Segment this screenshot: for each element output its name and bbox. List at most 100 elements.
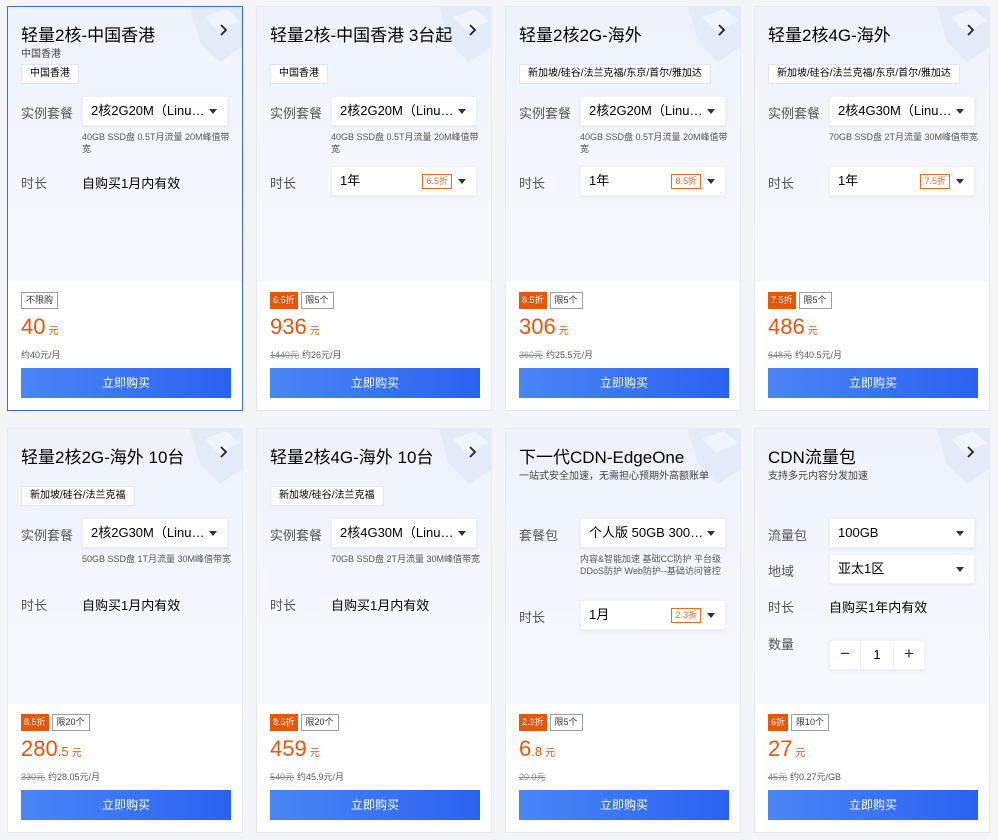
- chevron-right-icon[interactable]: [216, 445, 230, 459]
- product-card[interactable]: CDN流量包 支持多元内容分发加速 流量包 100GB 地域 亚太1区 时长 自…: [754, 428, 990, 833]
- duration-select-value: 1月: [589, 607, 610, 622]
- plan-select[interactable]: 2核2G20M（Linux）: [82, 96, 228, 126]
- chevron-right-icon[interactable]: [216, 23, 230, 37]
- region-select-value: 亚太1区: [838, 561, 885, 576]
- plan-select[interactable]: 2核4G30M（Linux）: [829, 96, 975, 126]
- card-title[interactable]: 轻量2核2G-海外: [519, 21, 642, 46]
- purchase-limit-badge: 不限购: [21, 292, 59, 309]
- chevron-right-icon[interactable]: [714, 23, 728, 37]
- original-price: 360元: [519, 350, 544, 360]
- chevron-right-icon[interactable]: [963, 445, 977, 459]
- card-title[interactable]: 轻量2核-中国香港: [21, 21, 155, 46]
- chevron-right-icon[interactable]: [465, 445, 479, 459]
- region-tag: 新加坡/硅谷/法兰克福/东京/首尔/雅加达: [519, 64, 711, 84]
- region-tag: 中国香港: [270, 64, 328, 84]
- product-card[interactable]: 轻量2核2G-海外 新加坡/硅谷/法兰克福/东京/首尔/雅加达 实例套餐 2核2…: [505, 6, 741, 411]
- package-select[interactable]: 个人版 50GB 300万次请求: [580, 518, 726, 548]
- duration-value: 自购买1月内有效: [82, 598, 181, 613]
- buy-now-button[interactable]: 立即购买: [21, 368, 231, 398]
- duration-select[interactable]: 1年 7.5折: [829, 166, 975, 196]
- plan-description: 40GB SSD盘 0.5T月流量 20M峰值带宽: [331, 132, 479, 154]
- quantity-input[interactable]: 1: [860, 641, 894, 669]
- plan-select[interactable]: 2核2G20M（Linux）: [331, 96, 477, 126]
- duration-select[interactable]: 1月 2.3折: [580, 600, 726, 630]
- buy-now-button[interactable]: 立即购买: [519, 790, 729, 820]
- card-header-area: [755, 7, 989, 283]
- buy-now-button[interactable]: 立即购买: [270, 368, 480, 398]
- plan-select[interactable]: 2核2G30M（Linux）: [82, 518, 228, 548]
- price-unit: 元: [807, 326, 818, 337]
- price-detail: 360元 约25.5元/月: [519, 348, 593, 361]
- price-integer: 280: [21, 736, 58, 761]
- price-detail: 330元 约28.05元/月: [21, 770, 100, 783]
- purchase-limit-badge: 限5个: [300, 292, 334, 309]
- duration-label: 时长: [270, 176, 297, 191]
- price-unit: 元: [309, 326, 320, 337]
- purchase-limit-badge: 限5个: [549, 714, 583, 731]
- purchase-limit-badge: 限10个: [791, 714, 830, 731]
- region-tag: 中国香港: [21, 64, 79, 84]
- buy-now-button[interactable]: 立即购买: [768, 790, 978, 820]
- product-card[interactable]: 轻量2核-中国香港 3台起 中国香港 实例套餐 2核2G20M（Linux） 4…: [256, 6, 492, 411]
- per-unit-price: 约0.27元/GB: [790, 772, 842, 782]
- card-title[interactable]: 轻量2核2G-海外 10台: [21, 443, 184, 468]
- product-card[interactable]: 轻量2核4G-海外 10台 新加坡/硅谷/法兰克福 实例套餐 2核4G30M（L…: [256, 428, 492, 833]
- price: 6.8 元: [519, 736, 555, 762]
- card-title[interactable]: 轻量2核4G-海外 10台: [270, 443, 433, 468]
- original-price: 648元: [768, 350, 793, 360]
- caret-down-icon: [458, 109, 466, 114]
- discount-badge: 6折: [768, 714, 789, 731]
- traffic-package-select[interactable]: 100GB: [829, 518, 975, 548]
- buy-now-button[interactable]: 立即购买: [519, 368, 729, 398]
- buy-now-button[interactable]: 立即购买: [768, 368, 978, 398]
- badge-row: 8.5折 限20个: [270, 714, 339, 731]
- price-detail: 约40元/月: [21, 348, 61, 361]
- price: 40 元: [21, 314, 58, 340]
- plan-description: 70GB SSD盘 2T月流量 30M峰值带宽: [331, 554, 481, 564]
- quantity-label: 数量: [768, 637, 795, 652]
- chevron-right-icon[interactable]: [963, 23, 977, 37]
- plan-select-value: 2核2G20M（Linux）: [340, 103, 458, 118]
- price-integer: 459: [270, 736, 307, 761]
- price-detail: 648元 约40.5元/月: [768, 348, 842, 361]
- caret-down-icon: [209, 109, 217, 114]
- region-select[interactable]: 亚太1区: [829, 554, 975, 584]
- card-title[interactable]: 下一代CDN-EdgeOne: [519, 443, 684, 468]
- card-title[interactable]: 轻量2核-中国香港 3台起: [270, 21, 452, 46]
- product-card[interactable]: 轻量2核-中国香港 中国香港 中国香港 实例套餐 2核2G20M（Linux） …: [7, 6, 243, 411]
- buy-now-button[interactable]: 立即购买: [21, 790, 231, 820]
- original-price: 45元: [768, 772, 788, 782]
- duration-label: 时长: [768, 600, 795, 615]
- price: 486 元: [768, 314, 818, 340]
- duration-select-value: 1年: [589, 173, 610, 188]
- product-card[interactable]: 轻量2核4G-海外 新加坡/硅谷/法兰克福/东京/首尔/雅加达 实例套餐 2核4…: [754, 6, 990, 411]
- purchase-limit-badge: 限20个: [300, 714, 339, 731]
- per-month-price: 约28.05元/月: [48, 772, 101, 782]
- plan-select[interactable]: 2核2G20M（Linux）: [580, 96, 726, 126]
- product-card[interactable]: 轻量2核2G-海外 10台 新加坡/硅谷/法兰克福 实例套餐 2核2G30M（L…: [7, 428, 243, 833]
- price-detail: 1440元 约26元/月: [270, 348, 342, 361]
- price-integer: 40: [21, 314, 46, 339]
- duration-select[interactable]: 1年 6.5折: [331, 166, 477, 196]
- decrement-button[interactable]: −: [830, 641, 860, 669]
- price-unit: 元: [48, 326, 59, 337]
- card-title[interactable]: CDN流量包: [768, 443, 856, 468]
- price-unit: 元: [545, 748, 556, 759]
- price: 27 元: [768, 736, 805, 762]
- product-card[interactable]: 下一代CDN-EdgeOne 一站式安全加速，无需担心预期外高额账单 套餐包 个…: [505, 428, 741, 833]
- buy-now-button[interactable]: 立即购买: [270, 790, 480, 820]
- caret-down-icon: [707, 613, 715, 618]
- plan-select[interactable]: 2核4G30M（Linux）: [331, 518, 477, 548]
- duration-label: 时长: [270, 598, 297, 613]
- package-label: 套餐包: [519, 528, 559, 543]
- price-integer: 27: [768, 736, 793, 761]
- card-header-area: [8, 429, 242, 705]
- caret-down-icon: [209, 531, 217, 536]
- region-tag: 新加坡/硅谷/法兰克福/东京/首尔/雅加达: [768, 64, 960, 84]
- card-title[interactable]: 轻量2核4G-海外: [768, 21, 891, 46]
- duration-select[interactable]: 1年 8.5折: [580, 166, 726, 196]
- caret-down-icon: [956, 531, 964, 536]
- increment-button[interactable]: +: [894, 641, 924, 669]
- price-decimal: .5: [57, 744, 69, 759]
- chevron-right-icon[interactable]: [465, 23, 479, 37]
